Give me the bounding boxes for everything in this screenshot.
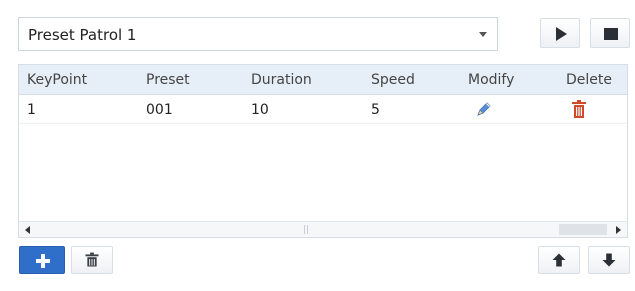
patrol-select[interactable]: Preset Patrol 1 <box>18 17 498 51</box>
scroll-right-icon[interactable] <box>616 226 621 234</box>
scrollbar-grip <box>304 225 308 234</box>
column-header-keypoint[interactable]: KeyPoint <box>27 72 87 88</box>
stop-button[interactable] <box>590 18 630 48</box>
stop-icon <box>604 28 618 40</box>
scroll-left-icon[interactable] <box>25 226 30 234</box>
arrow-down-icon <box>602 253 616 267</box>
delete-keypoint-button[interactable] <box>71 246 113 274</box>
speed-cell: 5 <box>371 102 380 118</box>
play-button[interactable] <box>540 18 580 48</box>
column-header-preset[interactable]: Preset <box>146 72 190 88</box>
preset-patrol-panel: Preset Patrol 1 KeyPoint Preset Duration… <box>0 0 635 291</box>
keypoint-table: KeyPoint Preset Duration Speed Modify De… <box>18 64 628 238</box>
trash-icon[interactable] <box>571 99 587 119</box>
trash-icon <box>85 252 99 267</box>
move-up-button[interactable] <box>538 246 580 274</box>
arrow-up-icon <box>552 253 566 267</box>
preset-cell: 001 <box>146 102 173 118</box>
chevron-down-icon[interactable] <box>479 32 487 37</box>
column-header-duration[interactable]: Duration <box>251 72 312 88</box>
add-keypoint-button[interactable] <box>19 246 65 274</box>
column-header-modify[interactable]: Modify <box>468 72 514 88</box>
patrol-select-value: Preset Patrol 1 <box>28 26 137 44</box>
column-header-delete[interactable]: Delete <box>566 72 612 88</box>
duration-cell: 10 <box>251 102 269 118</box>
move-down-button[interactable] <box>588 246 630 274</box>
table-header: KeyPoint Preset Duration Speed Modify De… <box>19 65 627 95</box>
plus-icon-vertical <box>41 254 45 268</box>
scrollbar-thumb[interactable] <box>559 224 607 235</box>
pencil-icon[interactable] <box>475 100 493 118</box>
horizontal-scrollbar[interactable] <box>19 221 627 237</box>
table-row[interactable]: 1 001 10 5 <box>19 95 627 124</box>
keypoint-cell: 1 <box>27 102 36 118</box>
column-header-speed[interactable]: Speed <box>371 72 415 88</box>
play-icon <box>556 27 567 41</box>
